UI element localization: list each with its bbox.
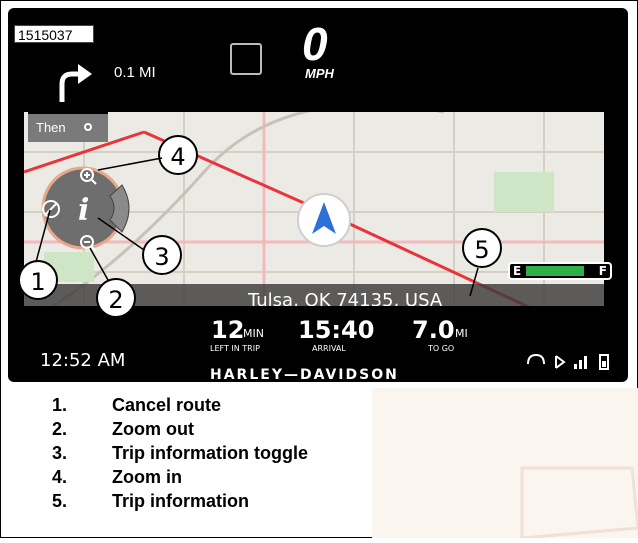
legend-text: Trip information toggle — [112, 443, 308, 463]
legend-number: 4. — [52, 467, 68, 487]
legend-number: 3. — [52, 443, 68, 463]
legend-text: Cancel route — [112, 395, 222, 415]
callout-leaders — [35, 157, 479, 297]
legend-number: 1. — [52, 395, 68, 415]
legend-number: 2. — [52, 419, 68, 439]
watermark-logo — [372, 388, 638, 540]
legend-text: Zoom out — [112, 419, 194, 439]
watermark-shield-graphic — [520, 466, 638, 540]
legend-text: Trip information — [112, 491, 249, 511]
figure-id-label: 1515037 — [14, 25, 94, 43]
legend-number: 5. — [52, 491, 68, 511]
legend-text: Zoom in — [112, 467, 182, 487]
